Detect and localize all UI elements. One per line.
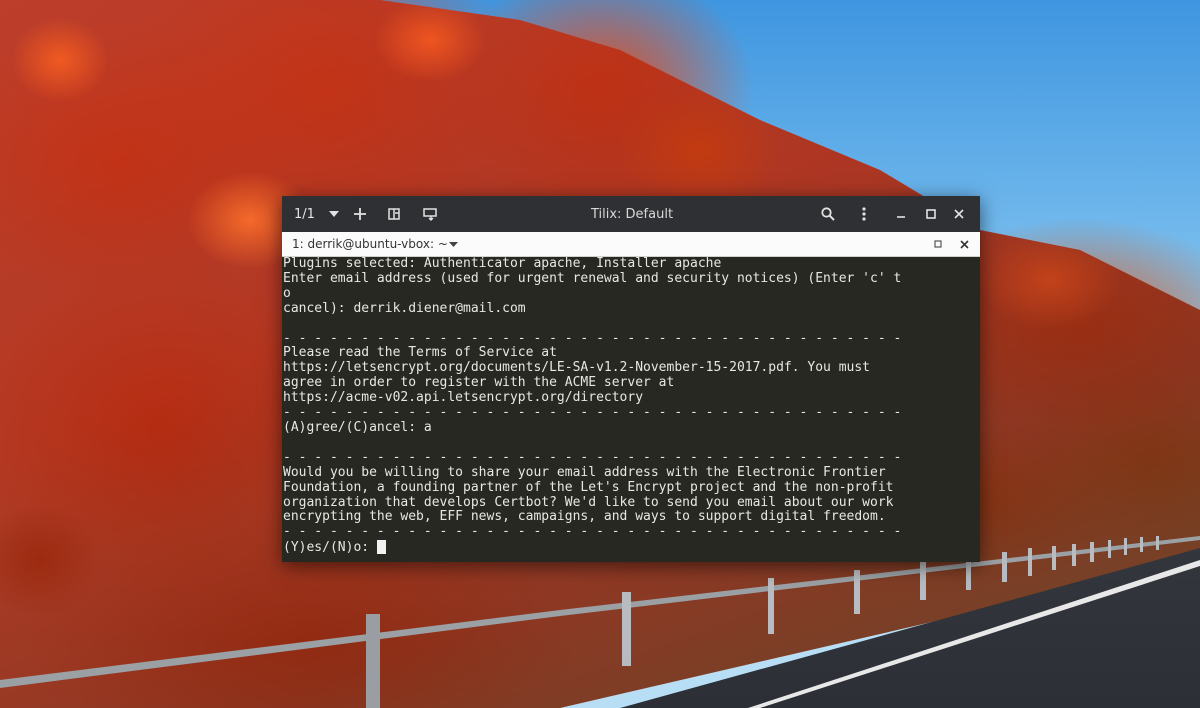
terminal-cursor (376, 540, 386, 555)
session-count-label: 1/1 (294, 206, 315, 222)
terminal-line: agree in order to register with the ACME… (283, 375, 675, 391)
terminal-line: o (283, 285, 291, 301)
terminal-output[interactable]: Plugins selected: Authenticator apache, … (282, 257, 980, 562)
terminal-line: - - - - - - - - - - - - - - - - - - - - … (283, 449, 902, 465)
tilix-window: 1/1 Tilix: Default 1: derrik@ubuntu-vbox… (282, 196, 980, 562)
kebab-menu-icon[interactable] (852, 196, 876, 232)
terminal-tab-bar: 1: derrik@ubuntu-vbox: ~ (282, 232, 980, 257)
split-horizontal-icon[interactable] (382, 196, 406, 232)
wallpaper-rail-post (1072, 544, 1076, 566)
wallpaper-rail-post (1124, 538, 1127, 555)
chevron-down-icon[interactable] (326, 196, 342, 232)
wallpaper-rail-post (966, 558, 971, 590)
wallpaper-rail-post (854, 570, 860, 614)
wallpaper-rail-post (366, 614, 380, 708)
wallpaper-rail-post (1002, 552, 1007, 582)
wallpaper-rail-post (1052, 546, 1056, 570)
wallpaper-rail-post (1140, 537, 1143, 552)
wallpaper-rail-post (920, 562, 926, 600)
terminal-line: Please read the Terms of Service at (283, 345, 557, 361)
wallpaper-rail-post (1090, 542, 1094, 562)
close-icon[interactable] (956, 232, 972, 256)
terminal-line: - - - - - - - - - - - - - - - - - - - - … (283, 405, 902, 421)
terminal-line: https://acme-v02.api.letsencrypt.org/dir… (283, 390, 644, 406)
maximize-icon[interactable] (920, 196, 942, 232)
terminal-line: organization that develops Certbot? We'd… (283, 494, 894, 510)
plus-icon[interactable] (348, 196, 372, 232)
terminal-line: (A)gree/(C)ancel: a (283, 419, 432, 435)
wallpaper-rail-post (1028, 548, 1032, 576)
terminal-prompt: (Y)es/(N)o: (283, 540, 377, 556)
wallpaper-rail-post (768, 578, 774, 634)
window-titlebar[interactable]: 1/1 Tilix: Default (282, 196, 980, 232)
terminal-line: - - - - - - - - - - - - - - - - - - - - … (283, 330, 902, 346)
wallpaper-rail-post (622, 592, 631, 666)
terminal-line: cancel): derrik.diener@mail.com (283, 300, 526, 316)
terminal-line: encrypting the web, EFF news, campaigns,… (283, 509, 886, 525)
terminal-text: Plugins selected: Authenticator apache, … (282, 257, 980, 556)
terminal-line: Would you be willing to share your email… (283, 464, 886, 480)
search-icon[interactable] (816, 196, 840, 232)
wallpaper-rail-post (1108, 540, 1111, 558)
terminal-line: Plugins selected: Authenticator apache, … (283, 257, 722, 271)
wallpaper-rail-post (1156, 536, 1159, 550)
terminal-line: https://letsencrypt.org/documents/LE-SA-… (283, 360, 870, 376)
terminal-tab-title[interactable]: 1: derrik@ubuntu-vbox: ~ (292, 232, 448, 256)
split-vertical-icon[interactable] (418, 196, 442, 232)
terminal-line: Foundation, a founding partner of the Le… (283, 479, 894, 495)
maximize-icon[interactable] (930, 232, 946, 256)
terminal-line: - - - - - - - - - - - - - - - - - - - - … (283, 524, 902, 540)
terminal-lines: Plugins selected: Authenticator apache, … (283, 257, 901, 539)
caret-down-icon[interactable] (446, 232, 460, 256)
minimize-icon[interactable] (890, 196, 912, 232)
window-title: Tilix: Default (590, 206, 674, 222)
terminal-line: Enter email address (used for urgent ren… (283, 270, 902, 286)
close-icon[interactable] (948, 196, 970, 232)
